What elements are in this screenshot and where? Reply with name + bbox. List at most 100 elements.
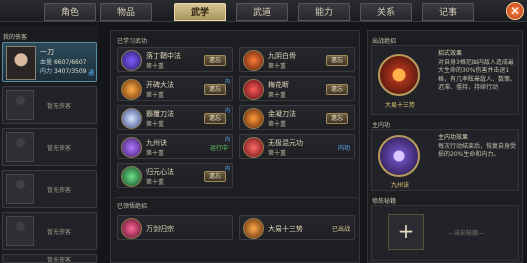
- skill-card[interactable]: 九阴白骨 第十重 遗忘: [239, 47, 355, 72]
- skill-icon: [121, 50, 142, 71]
- mp-value: 3407/3509: [53, 68, 87, 75]
- tab-journal[interactable]: 记事: [422, 3, 474, 21]
- skill-card[interactable]: 九州诀 第十重 内 运行中: [117, 134, 233, 159]
- skill-level: 第十重: [146, 150, 165, 157]
- combos-title: 已领悟绝招: [117, 203, 148, 210]
- forget-button[interactable]: 遗忘: [204, 84, 226, 95]
- combo-card[interactable]: 万剑归宗: [117, 215, 233, 240]
- tab-ability[interactable]: 能力: [298, 3, 350, 21]
- combo-name: 大易十三势: [268, 225, 303, 233]
- retainer-list-title: 我的侠客: [3, 34, 28, 41]
- retainer-card-hero[interactable]: 一刀 血量 6607/6607 内力 3407/3509 通: [2, 42, 97, 82]
- skill-name: 九州诀: [146, 139, 167, 147]
- tab-character[interactable]: 角色: [44, 3, 96, 21]
- combo-description: 招式效果 对自身3格范围内敌人造成最大生命的30%伤害并击退1格，有几率眩晕敌人…: [438, 50, 518, 93]
- retainer-list: 我的侠客 一刀 血量 6607/6607 内力 3407/3509 通 暂无侠客…: [0, 26, 98, 263]
- skill-name: 金凝刀法: [268, 110, 296, 118]
- inner-loadout-box: 九州诀 主内功效果 每次行动结束后，恢复自身受损的20%生命和内力。: [371, 129, 519, 191]
- mp-stat: 内力 3407/3509: [40, 66, 87, 75]
- running-status: 运行中: [209, 145, 228, 152]
- skill-card[interactable]: 落丁鞘中法 第十重 遗忘: [117, 47, 233, 72]
- forget-button[interactable]: 遗忘: [326, 84, 348, 95]
- empty-slot-label: 暂无侠客: [47, 103, 72, 110]
- skill-card[interactable]: 金凝刀法 第十重 遗忘: [239, 105, 355, 130]
- forget-button[interactable]: 遗忘: [326, 55, 348, 66]
- skill-card[interactable]: 霸覆刀法 第十重 内 遗忘: [117, 105, 233, 130]
- combo-icon-label: 大易十三势: [384, 102, 415, 109]
- forget-button[interactable]: 遗忘: [204, 113, 226, 124]
- combo-icon: [121, 218, 142, 239]
- close-icon[interactable]: ✕: [506, 2, 524, 20]
- practice-box: + —当前秘籍—: [371, 205, 519, 261]
- add-manual-button[interactable]: +: [388, 214, 424, 250]
- skill-card[interactable]: 归元心法 第十重 内 遗忘: [117, 163, 233, 188]
- inner-skill-status: 内功: [337, 145, 350, 152]
- empty-avatar-icon: [6, 90, 34, 120]
- skill-level: 第十重: [268, 92, 287, 99]
- combo-loadout-box: 大易十三势 招式效果 对自身3格范围内敌人造成最大生命的30%伤害并击退1格，有…: [371, 45, 519, 115]
- skill-level: 第十重: [268, 63, 287, 70]
- deployed-status: 已出战: [331, 226, 350, 233]
- skills-panel: 已学习武功 落丁鞘中法 第十重 遗忘 九阴白骨 第十重 遗忘 开碑大法 第十重 …: [110, 30, 360, 263]
- retainer-slot-empty[interactable]: 暂无侠客: [2, 170, 97, 208]
- tab-martial-arts[interactable]: 武学: [174, 3, 226, 21]
- skill-card[interactable]: 梅花断 第十重 遗忘: [239, 76, 355, 101]
- tab-relations[interactable]: 关系: [360, 3, 412, 21]
- inner-desc-title: 主内功效果: [438, 134, 469, 141]
- retainer-slot-empty[interactable]: 暂无侠客: [2, 128, 97, 166]
- skill-name: 梅花断: [268, 81, 289, 89]
- hp-label: 血量: [40, 59, 53, 66]
- skill-level: 第十重: [268, 121, 287, 128]
- skill-level: 第十重: [146, 121, 165, 128]
- skill-name: 落丁鞘中法: [146, 52, 181, 60]
- inner-description: 主内功效果 每次行动结束后，恢复自身受损的20%生命和内力。: [438, 134, 518, 160]
- skill-level: 第十重: [146, 63, 165, 70]
- skill-level: 第十重: [146, 179, 165, 186]
- practice-title: 修炼秘籍: [372, 198, 397, 205]
- forget-button[interactable]: 遗忘: [326, 113, 348, 124]
- skill-card[interactable]: 开碑大法 第十重 内 遗忘: [117, 76, 233, 101]
- forget-button[interactable]: 遗忘: [204, 171, 226, 182]
- empty-avatar-icon: [6, 174, 34, 204]
- skill-icon: [243, 50, 264, 71]
- retainer-slot-empty[interactable]: 暂无侠客: [2, 86, 97, 124]
- inner-desc-text: 每次行动结束后，恢复自身受损的20%生命和内力。: [438, 142, 517, 159]
- skill-name: 归元心法: [146, 168, 174, 176]
- section-divider: [115, 197, 357, 198]
- inner-icon-label: 九州诀: [390, 182, 409, 189]
- skill-card[interactable]: 无极混元功 第十重 内功: [239, 134, 355, 159]
- empty-avatar-icon: [6, 132, 34, 162]
- skill-name: 霸覆刀法: [146, 110, 174, 118]
- inner-big-icon[interactable]: [378, 135, 420, 177]
- tab-martial-way[interactable]: 武道: [236, 3, 288, 21]
- skill-icon: [121, 108, 142, 129]
- empty-slot-label: 暂无侠客: [47, 145, 72, 152]
- skill-name: 开碑大法: [146, 81, 174, 89]
- combo-card[interactable]: 大易十三势 已出战: [239, 215, 355, 240]
- forget-button[interactable]: 遗忘: [204, 55, 226, 66]
- skill-name: 九阴白骨: [268, 52, 296, 60]
- empty-avatar-icon: [6, 216, 34, 246]
- skill-icon: [243, 137, 264, 158]
- skill-level: 第十重: [268, 150, 287, 157]
- tab-items[interactable]: 物品: [100, 3, 152, 21]
- combo-desc-title: 招式效果: [438, 50, 463, 57]
- top-tab-bar: 角色 物品 武学 武道 能力 关系 记事 ✕: [0, 0, 527, 22]
- loadout-panel: 出战绝招 大易十三势 招式效果 对自身3格范围内敌人造成最大生命的30%伤害并击…: [367, 30, 523, 263]
- skill-level: 第十重: [146, 92, 165, 99]
- retainer-slot-empty[interactable]: 暂无侠客: [2, 212, 97, 250]
- combo-loadout-title: 出战绝招: [372, 38, 397, 45]
- combo-icon: [243, 218, 264, 239]
- inner-skill-tag: 内: [224, 137, 230, 143]
- skill-icon: [243, 108, 264, 129]
- practice-placeholder: —当前秘籍—: [448, 230, 485, 237]
- hero-status-flag: 通: [87, 70, 94, 77]
- combo-big-icon[interactable]: [378, 54, 420, 96]
- mp-label: 内力: [40, 68, 53, 75]
- skill-name: 无极混元功: [268, 139, 303, 147]
- retainer-slot-empty[interactable]: 暂无侠客: [2, 254, 97, 263]
- hero-name: 一刀: [40, 48, 54, 56]
- skill-icon: [121, 137, 142, 158]
- learned-skills-title: 已学习武功: [117, 38, 148, 45]
- avatar: [6, 46, 36, 80]
